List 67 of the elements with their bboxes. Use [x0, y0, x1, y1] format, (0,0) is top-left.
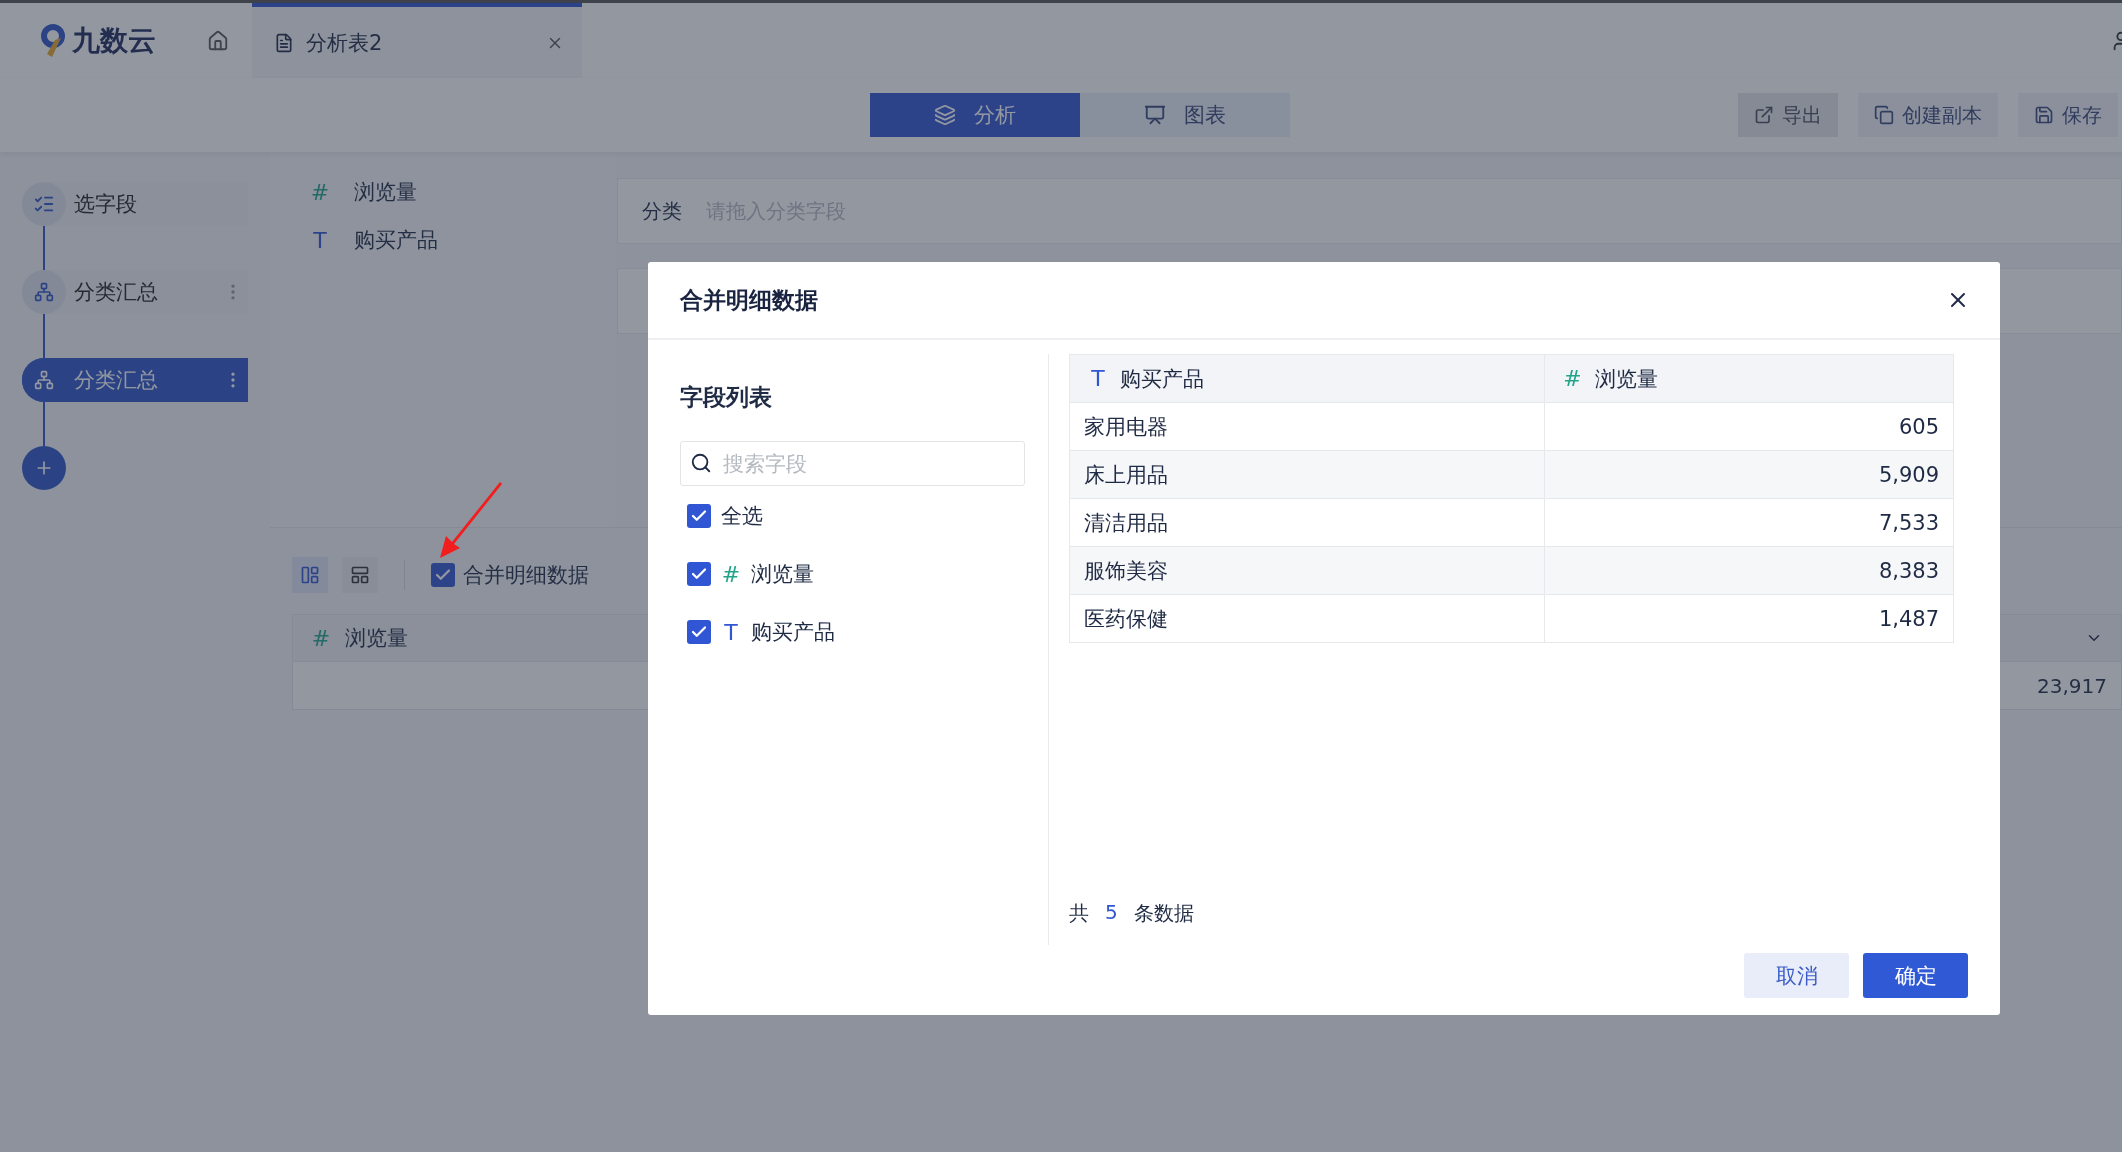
layers-icon	[934, 104, 956, 126]
field-type-mark: #	[1562, 366, 1583, 391]
field-list-title: 字段列表	[680, 383, 773, 412]
layout-button[interactable]	[292, 557, 328, 593]
search-field[interactable]: 搜索字段	[680, 441, 1025, 486]
field-name[interactable]: 购买产品	[354, 226, 438, 254]
field-type-mark: T	[723, 619, 739, 645]
table-cell: 清洁用品	[1069, 498, 1545, 547]
add-step-button[interactable]	[22, 446, 66, 490]
table-cell: 7,533	[1544, 498, 1954, 547]
step-label: 选字段	[73, 191, 138, 218]
field-name[interactable]: 浏览量	[354, 178, 417, 206]
chart-board-icon	[1144, 104, 1166, 126]
table-cell: 床上用品	[1069, 450, 1545, 499]
export-icon	[1754, 105, 1774, 125]
step-label: 分类汇总	[73, 367, 159, 394]
table-cell: 5,909	[1544, 450, 1954, 499]
home-icon	[207, 29, 229, 52]
category-label: 分类	[641, 197, 683, 225]
field-type-mark: #	[310, 179, 330, 205]
count-suffix: 条数据	[1133, 900, 1194, 927]
confirm-button[interactable]: 确定	[1863, 953, 1968, 998]
search-icon	[690, 452, 712, 474]
document-tab[interactable]: 分析表2	[252, 3, 582, 78]
checkbox[interactable]	[687, 620, 711, 644]
field-type-mark: T	[312, 227, 328, 253]
table-cell: 家用电器	[1069, 402, 1545, 451]
dialog-title: 合并明细数据	[680, 285, 819, 315]
field-type-mark: T	[1090, 366, 1106, 391]
toolbar-button[interactable]: 创建副本	[1858, 93, 1998, 137]
step-item[interactable]: 分类汇总	[22, 358, 248, 402]
layout-icon	[350, 565, 370, 585]
checkbox[interactable]	[687, 504, 711, 528]
mode-tab[interactable]: 分析	[870, 93, 1080, 137]
checkbox[interactable]	[687, 562, 711, 586]
hierarchy-icon	[34, 282, 54, 302]
step-label: 分类汇总	[73, 279, 159, 306]
hierarchy-icon	[34, 370, 54, 390]
table-cell: 8,383	[1544, 546, 1954, 595]
table-cell: 1,487	[1544, 594, 1954, 643]
field-type-mark: #	[721, 561, 741, 587]
logo-icon	[40, 23, 66, 58]
select-all-label: 全选	[721, 503, 763, 530]
total-value: 23,917	[2037, 673, 2107, 698]
copy-icon	[1874, 105, 1894, 125]
field-name: 购买产品	[751, 619, 835, 646]
field-type-mark: #	[311, 625, 331, 651]
logo-text: 九数云	[72, 22, 156, 59]
table-cell: 服饰美容	[1069, 546, 1545, 595]
layout-button[interactable]	[342, 557, 378, 593]
row-count: 5	[1105, 900, 1118, 926]
merge-detail-label: 合并明细数据	[463, 562, 589, 589]
count-prefix: 共	[1069, 900, 1089, 927]
mode-tab[interactable]: 图表	[1080, 93, 1290, 137]
save-icon	[2034, 105, 2054, 125]
field-name: 浏览量	[751, 561, 814, 588]
checkbox[interactable]	[431, 563, 455, 587]
table-cell: 605	[1544, 402, 1954, 451]
tab-label: 分析表2	[306, 29, 384, 57]
layout-icon	[300, 565, 320, 585]
column-title: 浏览量	[345, 625, 408, 652]
cancel-button[interactable]: 取消	[1744, 953, 1849, 998]
table-cell: 医药保健	[1069, 594, 1545, 643]
document-icon	[274, 32, 294, 53]
toolbar-button[interactable]: 保存	[2018, 93, 2118, 137]
column-title: 购买产品	[1120, 365, 1204, 393]
column-title: 浏览量	[1594, 365, 1658, 393]
